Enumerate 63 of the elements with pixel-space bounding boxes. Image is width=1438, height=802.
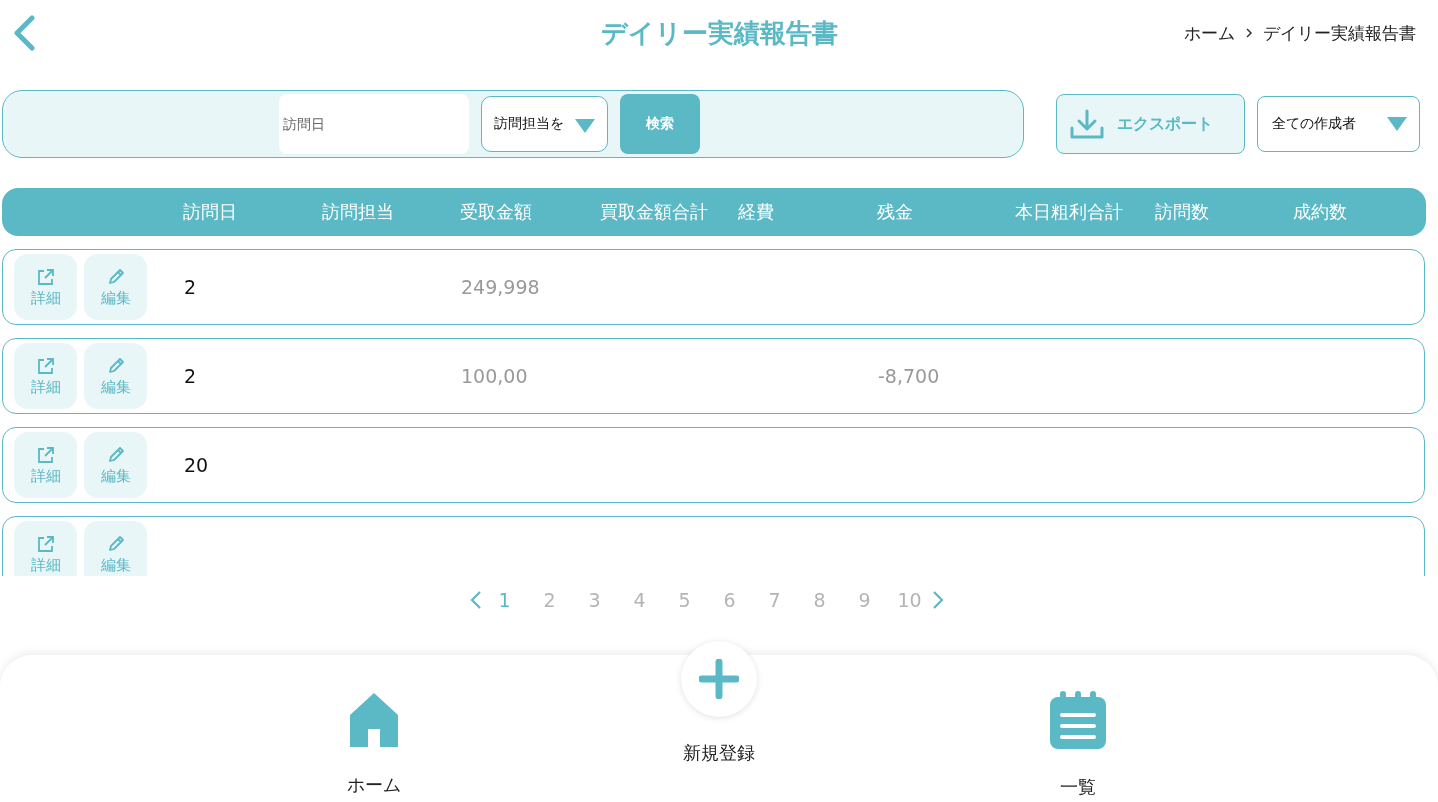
table-cell-text: 2 [184, 365, 198, 387]
edit-button[interactable]: 編集 [84, 254, 147, 320]
plus-icon [699, 659, 739, 699]
page-title: デイリー実績報告書 [600, 17, 838, 50]
detail-button[interactable]: 詳細 [14, 254, 77, 320]
table-cell-text: -8,700 [878, 365, 941, 387]
download-icon [1069, 108, 1105, 140]
column-header: 残金 [877, 200, 914, 224]
dropdown-icon [1387, 117, 1407, 131]
detail-button[interactable]: 詳細 [14, 521, 77, 576]
breadcrumb-item[interactable]: ホーム [1184, 21, 1235, 45]
edit-button[interactable]: 編集 [84, 432, 147, 498]
export-button[interactable]: エクスポート [1056, 94, 1245, 154]
nav-label[interactable]: 一覧 [1060, 775, 1097, 799]
table-cell-text: 2 [184, 276, 198, 298]
table-cell-text: 249,998 [461, 276, 541, 298]
external-link-icon [35, 266, 56, 287]
chevron-icon [1245, 28, 1253, 38]
page-link[interactable]: 2 [527, 589, 572, 611]
staff-select[interactable]: 訪問担当を [481, 96, 608, 152]
page-link[interactable]: 8 [797, 589, 842, 611]
external-link-icon [35, 444, 56, 465]
external-link-icon [35, 355, 56, 376]
table-cell-text: 100,00 [461, 365, 529, 387]
column-header: 買取金額合計 [600, 200, 709, 224]
page-link[interactable]: 10 [887, 589, 932, 611]
page-link[interactable]: 5 [662, 589, 707, 611]
page-link[interactable]: 3 [572, 589, 617, 611]
table-cell-text: 20 [184, 454, 210, 476]
detail-button[interactable]: 詳細 [14, 432, 77, 498]
external-link-icon [35, 533, 56, 554]
column-header: 受取金額 [460, 200, 533, 224]
previous-icon[interactable] [470, 590, 482, 610]
column-header: 成約数 [1293, 200, 1348, 224]
breadcrumb-item: デイリー実績報告書 [1263, 21, 1416, 45]
date-field[interactable]: 訪問日 [279, 94, 469, 154]
table-row[interactable]: 詳細 編集 [2, 516, 1425, 576]
page-link[interactable]: 6 [707, 589, 752, 611]
back-icon[interactable] [12, 15, 36, 51]
table-row[interactable]: 詳細 編集 2 100,00 -8,700 [2, 338, 1425, 414]
page-link[interactable]: 4 [617, 589, 662, 611]
column-header: 訪問担当 [322, 200, 395, 224]
page-link[interactable]: 1 [482, 589, 527, 611]
table-row[interactable]: 詳細 編集 20 [2, 427, 1425, 503]
home-icon[interactable] [347, 691, 400, 747]
nav-label[interactable]: ホーム [346, 773, 401, 797]
edit-button[interactable]: 編集 [84, 521, 147, 576]
page-link[interactable]: 9 [842, 589, 887, 611]
next-icon[interactable] [932, 590, 944, 610]
add-button[interactable] [681, 641, 757, 717]
dropdown-icon [575, 119, 595, 133]
nav-label[interactable]: 新規登録 [683, 741, 755, 765]
author-select[interactable]: 全ての作成者 [1257, 96, 1420, 152]
column-header: 訪問数 [1155, 200, 1210, 224]
column-header: 本日粗利合計 [1015, 200, 1124, 224]
column-header: 経費 [738, 200, 775, 224]
search-button[interactable]: 検索 [620, 94, 700, 154]
table-row[interactable]: 詳細 編集 2 249,998 [2, 249, 1425, 325]
list-icon[interactable] [1050, 691, 1107, 749]
detail-button[interactable]: 詳細 [14, 343, 77, 409]
page-link[interactable]: 7 [752, 589, 797, 611]
edit-button[interactable]: 編集 [84, 343, 147, 409]
column-header: 訪問日 [183, 200, 238, 224]
